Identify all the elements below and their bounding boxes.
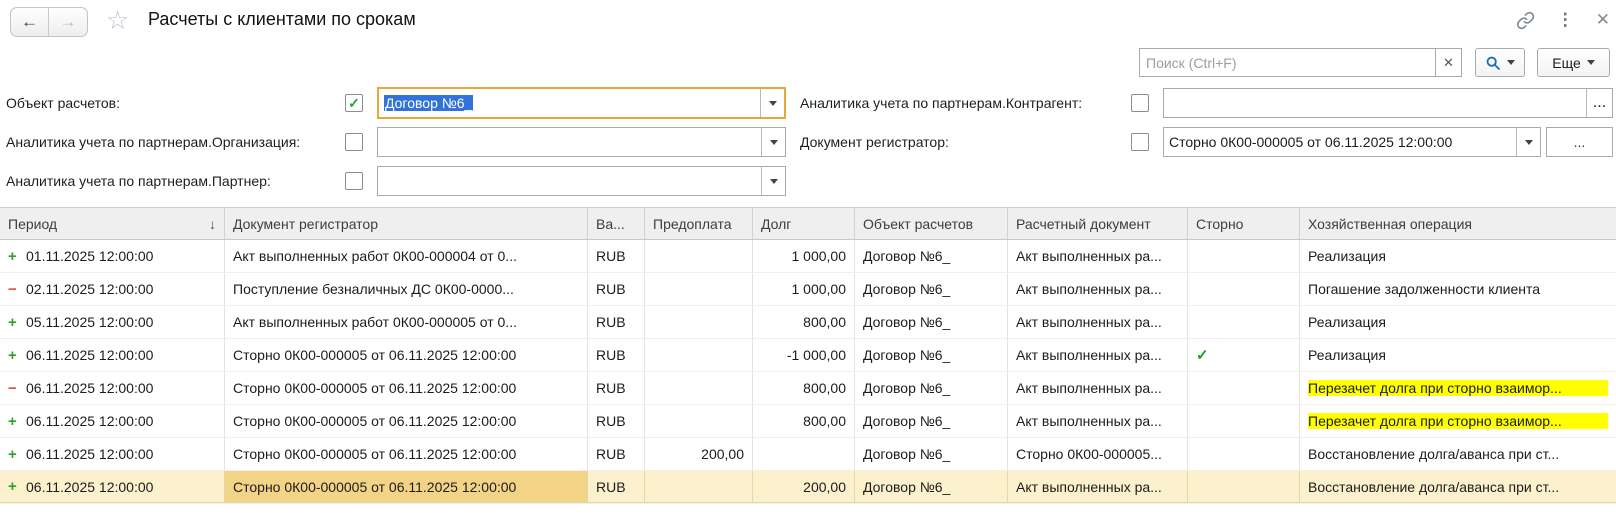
plus-icon: +: [8, 413, 26, 430]
search-box: ✕: [1139, 48, 1462, 77]
filter-label-object: Объект расчетов:: [6, 88, 120, 118]
chevron-down-icon: [1525, 140, 1533, 145]
filter-combo-registrar[interactable]: Сторно 0К00-000005 от 06.11.2025 12:00:0…: [1163, 127, 1541, 157]
filter-checkbox-counterparty[interactable]: [1131, 94, 1149, 112]
filter-combo-partner[interactable]: [377, 166, 786, 196]
column-header-debt[interactable]: Долг: [753, 208, 855, 239]
get-link-icon[interactable]: [1516, 11, 1535, 30]
search-button[interactable]: [1475, 48, 1525, 77]
back-icon: ←: [21, 12, 38, 32]
table-row[interactable]: +05.11.2025 12:00:00 Акт выполненных раб…: [0, 306, 1616, 339]
table-row-selected[interactable]: +06.11.2025 12:00:00 Сторно 0К00-000005 …: [0, 471, 1616, 504]
back-button[interactable]: ←: [11, 8, 49, 36]
more-actions-label: Еще: [1552, 55, 1581, 71]
page-title: Расчеты с клиентами по срокам: [148, 9, 416, 30]
ellipsis-icon: ...: [1593, 94, 1606, 112]
combo-dropdown-button[interactable]: [1516, 128, 1540, 156]
chevron-down-icon: [770, 179, 778, 184]
chevron-down-icon: [770, 140, 778, 145]
combo-dropdown-button[interactable]: [760, 89, 784, 117]
window-icons: ⋮ ✕: [1516, 10, 1610, 30]
chevron-down-icon: [769, 101, 777, 106]
sort-desc-icon: ↓: [209, 216, 216, 232]
column-header-settlement-doc[interactable]: Расчетный документ: [1008, 208, 1188, 239]
column-header-object[interactable]: Объект расчетов: [855, 208, 1008, 239]
filter-registrar-value: Сторно 0К00-000005 от 06.11.2025 12:00:0…: [1169, 134, 1452, 150]
storno-check-icon: ✓: [1196, 346, 1209, 364]
forward-icon: →: [60, 12, 77, 32]
history-nav: ← →: [10, 7, 88, 37]
filter-combo-organization[interactable]: [377, 127, 786, 157]
ellipsis-icon: ...: [1574, 134, 1586, 150]
column-header-registrar[interactable]: Документ регистратор: [225, 208, 588, 239]
filter-checkbox-registrar[interactable]: [1131, 133, 1149, 151]
table-row[interactable]: +06.11.2025 12:00:00 Сторно 0К00-000005 …: [0, 405, 1616, 438]
table-row[interactable]: +06.11.2025 12:00:00 Сторно 0К00-000005 …: [0, 438, 1616, 471]
search-input[interactable]: [1140, 49, 1435, 76]
more-menu-icon[interactable]: ⋮: [1557, 10, 1574, 30]
minus-icon: −: [8, 281, 26, 298]
chevron-down-icon: [1587, 60, 1595, 65]
highlighted-operation: Перезачет долга при сторно взаимор...: [1308, 380, 1608, 396]
combo-dropdown-button[interactable]: [761, 167, 785, 195]
plus-icon: +: [8, 347, 26, 364]
filter-object-value: Договор №6_: [384, 95, 473, 111]
plus-icon: +: [8, 446, 26, 463]
table-row[interactable]: −02.11.2025 12:00:00 Поступление безнали…: [0, 273, 1616, 306]
filter-checkbox-object[interactable]: ✓: [345, 94, 363, 112]
chevron-down-icon: [1507, 60, 1515, 65]
filter-label-partner: Аналитика учета по партнерам.Партнер:: [6, 166, 271, 196]
column-header-prepayment[interactable]: Предоплата: [645, 208, 753, 239]
magnifier-icon: [1485, 55, 1501, 71]
clear-icon: ✕: [1443, 55, 1454, 71]
filter-label-counterparty: Аналитика учета по партнерам.Контрагент:: [800, 88, 1082, 118]
highlighted-operation: Перезачет долга при сторно взаимор...: [1308, 413, 1608, 429]
table-header-row: Период↓ Документ регистратор Ва... Предо…: [0, 207, 1616, 240]
favorite-star-icon[interactable]: ☆: [106, 5, 129, 36]
column-header-period[interactable]: Период↓: [0, 208, 225, 239]
table-row[interactable]: +06.11.2025 12:00:00 Сторно 0К00-000005 …: [0, 339, 1616, 372]
column-header-operation[interactable]: Хозяйственная операция: [1300, 208, 1616, 239]
active-cell[interactable]: Сторно 0К00-000005 от 06.11.2025 12:00:0…: [225, 471, 588, 503]
forward-button[interactable]: →: [49, 8, 87, 36]
checkbox-check-icon: ✓: [348, 95, 360, 112]
plus-icon: +: [8, 248, 26, 265]
filter-label-registrar: Документ регистратор:: [800, 127, 949, 157]
column-header-currency[interactable]: Ва...: [588, 208, 645, 239]
table-row[interactable]: −06.11.2025 12:00:00 Сторно 0К00-000005 …: [0, 372, 1616, 405]
column-header-storno[interactable]: Сторно: [1188, 208, 1300, 239]
search-clear-button[interactable]: ✕: [1435, 49, 1461, 76]
table-row[interactable]: +01.11.2025 12:00:00 Акт выполненных раб…: [0, 240, 1616, 273]
minus-icon: −: [8, 380, 26, 397]
plus-icon: +: [8, 478, 26, 495]
more-actions-button[interactable]: Еще: [1537, 48, 1610, 77]
combo-dropdown-button[interactable]: [761, 128, 785, 156]
filter-checkbox-organization[interactable]: [345, 133, 363, 151]
filter-checkbox-partner[interactable]: [345, 172, 363, 190]
registrar-choose-button[interactable]: ...: [1546, 127, 1613, 157]
choose-button[interactable]: ...: [1586, 89, 1612, 117]
filter-label-organization: Аналитика учета по партнерам.Организация…: [6, 127, 300, 157]
plus-icon: +: [8, 314, 26, 331]
filter-input-counterparty[interactable]: ...: [1163, 88, 1613, 118]
records-table: Период↓ Документ регистратор Ва... Предо…: [0, 207, 1616, 504]
close-icon[interactable]: ✕: [1596, 10, 1610, 30]
filter-combo-object[interactable]: Договор №6_: [377, 87, 786, 119]
